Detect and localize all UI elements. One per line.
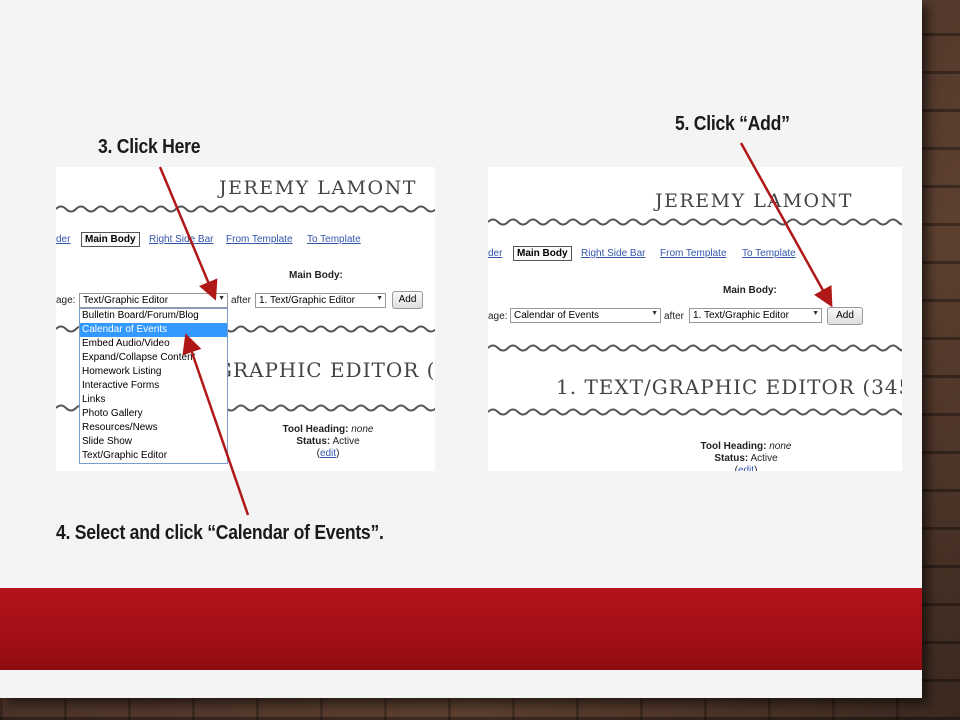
annotation-arrows — [158, 142, 833, 516]
arrow-to-calendar-option — [182, 333, 250, 516]
arrow-to-add-button — [739, 142, 833, 308]
arrow-to-dropdown — [158, 166, 218, 301]
